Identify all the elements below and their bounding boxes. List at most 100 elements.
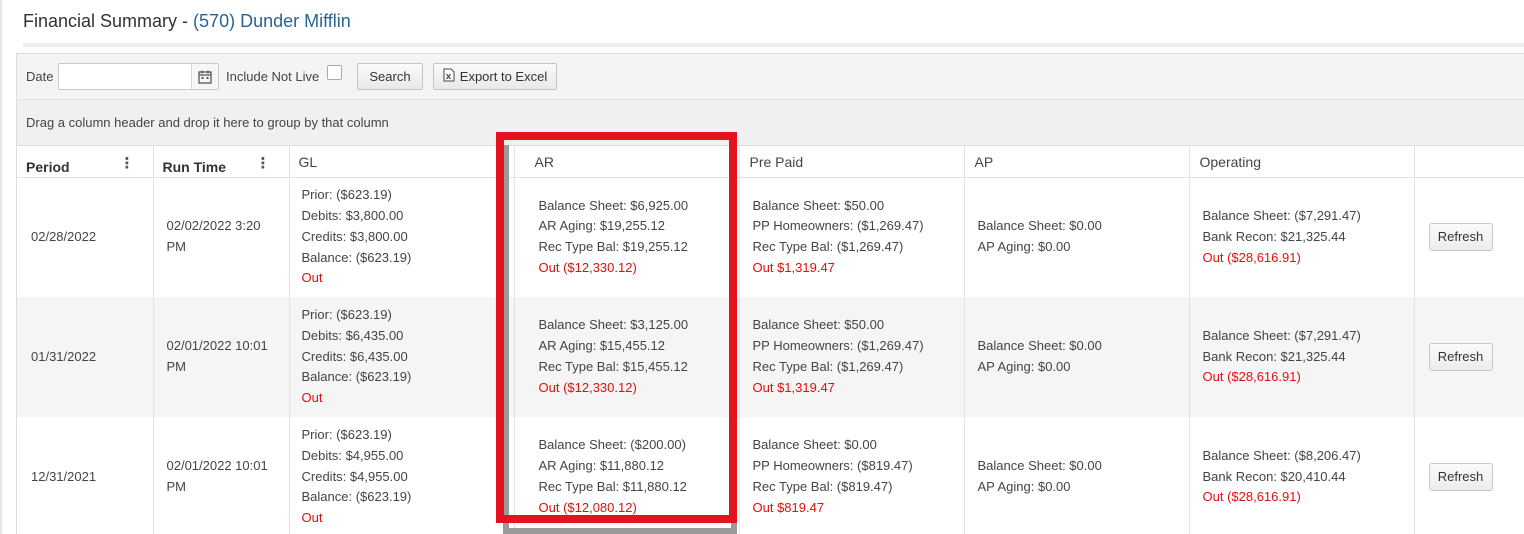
period-cell: 01/31/2022: [17, 297, 154, 417]
gl-cell: Prior: ($623.19) Debits: $3,800.00 Credi…: [289, 177, 515, 297]
gl-prior: Prior: ($623.19): [301, 307, 392, 322]
pre-paid-cell: Balance Sheet: $50.00 PP Homeowners: ($1…: [739, 177, 965, 297]
ar-rec-type-bal: Rec Type Bal: $19,255.12: [538, 239, 688, 255]
ar-cell: Balance Sheet: $3,125.00 AR Aging: $15,4…: [514, 297, 740, 417]
group-by-hint: Drag a column header and drop it here to…: [26, 115, 389, 130]
actions-cell: Refresh: [1414, 417, 1524, 534]
ar-rec-type-bal: Rec Type Bal: $15,455.12: [538, 359, 688, 374]
pp-homeowners: PP Homeowners: ($819.47): [752, 458, 913, 474]
gl-balance: Balance: ($623.19): [301, 489, 412, 505]
ar-rec-type-bal: Rec Type Bal: $11,880.12: [538, 479, 687, 494]
excel-icon: [443, 68, 455, 85]
ar-balance-sheet: Balance Sheet: ($200.00): [538, 437, 686, 453]
ar-cell: Balance Sheet: $6,925.00 AR Aging: $19,2…: [514, 177, 740, 297]
column-header-operating[interactable]: Operating: [1189, 146, 1415, 178]
pp-out-status: Out $819.47: [752, 499, 825, 515]
gl-debits: Debits: $4,955.00: [301, 447, 404, 463]
run-time-cell: 02/01/2022 10:01 PM: [153, 417, 290, 534]
ar-out-status: Out ($12,080.12): [538, 499, 637, 515]
column-header-period[interactable]: Period ⋮: [17, 146, 154, 178]
gl-debits: Debits: $3,800.00: [301, 208, 404, 224]
calendar-icon[interactable]: [191, 64, 218, 89]
gl-prior: Prior: ($623.19): [301, 427, 392, 442]
column-header-period-label: Period: [26, 158, 70, 175]
period-cell: 02/28/2022: [17, 177, 154, 297]
filter-toolbar: Date Include Not Live Search Export to E…: [17, 54, 1524, 100]
financial-summary-grid: Period ⋮ Run Time ⋮ GL AR Pre Paid AP Oper…: [17, 146, 1524, 534]
ap-balance-sheet: Balance Sheet: $0.00: [977, 218, 1102, 234]
ap-cell: Balance Sheet: $0.00 AP Aging: $0.00: [964, 417, 1190, 534]
pp-balance-sheet: Balance Sheet: $0.00: [752, 437, 877, 453]
title-divider: [23, 43, 1524, 47]
include-not-live-checkbox[interactable]: [327, 65, 342, 80]
gl-prior: Prior: ($623.19): [301, 187, 392, 203]
kebab-menu-icon[interactable]: ⋮: [256, 154, 271, 172]
search-button[interactable]: Search: [357, 63, 423, 90]
column-header-ap[interactable]: AP: [964, 146, 1190, 178]
op-bank-recon: Bank Recon: $21,325.44: [1202, 348, 1346, 364]
op-out-status: Out ($28,616.91): [1202, 249, 1301, 265]
ap-cell: Balance Sheet: $0.00 AP Aging: $0.00: [964, 177, 1190, 297]
column-header-gl[interactable]: GL: [289, 146, 515, 178]
pp-rec-type-bal: Rec Type Bal: ($819.47): [752, 479, 893, 494]
pre-paid-cell: Balance Sheet: $50.00 PP Homeowners: ($1…: [739, 297, 965, 417]
ar-balance-sheet: Balance Sheet: $6,925.00: [538, 197, 689, 213]
op-bank-recon: Bank Recon: $21,325.44: [1202, 228, 1346, 244]
gl-out-status: Out: [301, 390, 323, 406]
operating-cell: Balance Sheet: ($7,291.47) Bank Recon: $…: [1189, 297, 1415, 417]
left-border: [0, 0, 2, 534]
column-header-ar[interactable]: AR: [514, 146, 740, 178]
gl-balance: Balance: ($623.19): [301, 369, 412, 385]
group-by-drop-zone[interactable]: Drag a column header and drop it here to…: [17, 100, 1524, 146]
summary-panel: Date Include Not Live Search Export to E…: [16, 53, 1524, 534]
table-row: 12/31/2021 02/01/2022 10:01 PM Prior: ($6…: [17, 417, 1524, 534]
refresh-button[interactable]: Refresh: [1428, 223, 1493, 252]
date-label: Date: [26, 69, 54, 84]
gl-credits: Credits: $6,435.00: [301, 348, 408, 364]
table-row: 02/28/2022 02/02/2022 3:20 PM Prior: ($62…: [17, 177, 1524, 297]
column-header-run-time[interactable]: Run Time ⋮: [153, 146, 290, 178]
pre-paid-cell: Balance Sheet: $0.00 PP Homeowners: ($81…: [739, 417, 965, 534]
run-time-cell: 02/02/2022 3:20 PM: [153, 177, 290, 297]
ap-aging: AP Aging: $0.00: [977, 239, 1071, 255]
pp-homeowners: PP Homeowners: ($1,269.47): [752, 338, 924, 354]
gl-debits: Debits: $6,435.00: [301, 327, 404, 343]
run-time-line: 02/02/2022 3:20: [166, 218, 261, 234]
gl-cell: Prior: ($623.19) Debits: $6,435.00 Credi…: [289, 297, 515, 417]
op-balance-sheet: Balance Sheet: ($8,206.47): [1202, 447, 1361, 463]
column-header-run-time-label: Run Time: [162, 158, 227, 175]
kebab-menu-icon[interactable]: ⋮: [120, 154, 135, 172]
gl-credits: Credits: $3,800.00: [301, 228, 408, 244]
gl-cell: Prior: ($623.19) Debits: $4,955.00 Credi…: [289, 417, 515, 534]
ar-cell: Balance Sheet: ($200.00) AR Aging: $11,8…: [514, 417, 740, 534]
organization-link[interactable]: (570) Dunder Mifflin: [193, 11, 351, 31]
ap-aging: AP Aging: $0.00: [977, 479, 1071, 494]
ap-aging: AP Aging: $0.00: [977, 359, 1071, 374]
gl-credits: Credits: $4,955.00: [301, 468, 408, 484]
refresh-button[interactable]: Refresh: [1428, 343, 1493, 371]
op-balance-sheet: Balance Sheet: ($7,291.47): [1202, 208, 1361, 224]
include-not-live-label: Include Not Live: [226, 69, 320, 84]
pp-balance-sheet: Balance Sheet: $50.00: [752, 197, 885, 213]
op-balance-sheet: Balance Sheet: ($7,291.47): [1202, 327, 1361, 343]
grid-header-row: Period ⋮ Run Time ⋮ GL AR Pre Paid AP Oper…: [17, 146, 1524, 178]
column-header-pre-paid[interactable]: Pre Paid: [739, 146, 965, 178]
column-header-actions: [1414, 146, 1524, 178]
pp-out-status: Out $1,319.47: [752, 379, 835, 395]
operating-cell: Balance Sheet: ($8,206.47) Bank Recon: $…: [1189, 417, 1415, 534]
gl-out-status: Out: [301, 510, 323, 526]
refresh-button[interactable]: Refresh: [1428, 463, 1493, 491]
run-time-cell: 02/01/2022 10:01 PM: [153, 297, 290, 417]
pp-balance-sheet: Balance Sheet: $50.00: [752, 317, 885, 333]
pp-out-status: Out $1,319.47: [752, 260, 835, 276]
export-to-excel-button[interactable]: Export to Excel: [433, 63, 557, 90]
pp-rec-type-bal: Rec Type Bal: ($1,269.47): [752, 239, 904, 255]
ar-out-status: Out ($12,330.12): [538, 260, 637, 276]
pp-homeowners: PP Homeowners: ($1,269.47): [752, 218, 924, 234]
run-time-line: PM: [166, 359, 187, 374]
ar-out-status: Out ($12,330.12): [538, 379, 637, 395]
run-time-line: 02/01/2022 10:01: [166, 338, 268, 354]
export-label: Export to Excel: [459, 69, 548, 84]
ap-balance-sheet: Balance Sheet: $0.00: [977, 458, 1102, 474]
date-field[interactable]: [58, 63, 219, 90]
